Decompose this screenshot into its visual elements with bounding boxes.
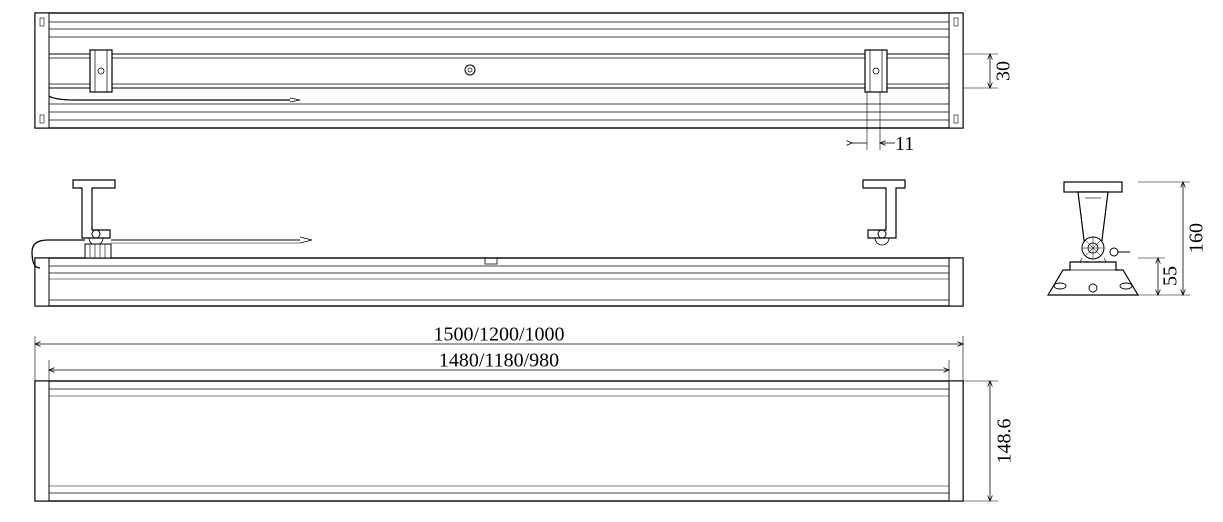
dim-bottom-height: 148.6 (963, 381, 1016, 501)
dim-bracket-55: 55 (1138, 258, 1182, 295)
svg-text:1480/1180/980: 1480/1180/980 (439, 350, 559, 372)
svg-text:1500/1200/1000: 1500/1200/1000 (433, 324, 564, 346)
technical-drawing: 30 11 (0, 0, 1223, 522)
svg-text:55: 55 (1160, 266, 1182, 286)
side-view (32, 180, 963, 306)
svg-text:160: 160 (1186, 223, 1208, 253)
right-clip-icon (865, 50, 887, 92)
svg-text:11: 11 (895, 133, 914, 155)
dim-slot-width: 30 (963, 54, 1015, 88)
dim-inner-length: 1480/1180/980 (49, 350, 949, 381)
top-view: 30 11 (35, 13, 1015, 155)
right-bracket-icon (863, 180, 905, 245)
svg-text:148.6: 148.6 (994, 419, 1016, 464)
cable-gland-icon (85, 244, 111, 258)
left-clip-icon (90, 50, 112, 92)
left-bracket-icon (73, 180, 115, 245)
bracket-end-view: 160 55 (1048, 182, 1208, 295)
svg-text:30: 30 (993, 61, 1015, 81)
bottom-view: 1500/1200/1000 1480/1180/980 148.6 (35, 324, 1016, 501)
